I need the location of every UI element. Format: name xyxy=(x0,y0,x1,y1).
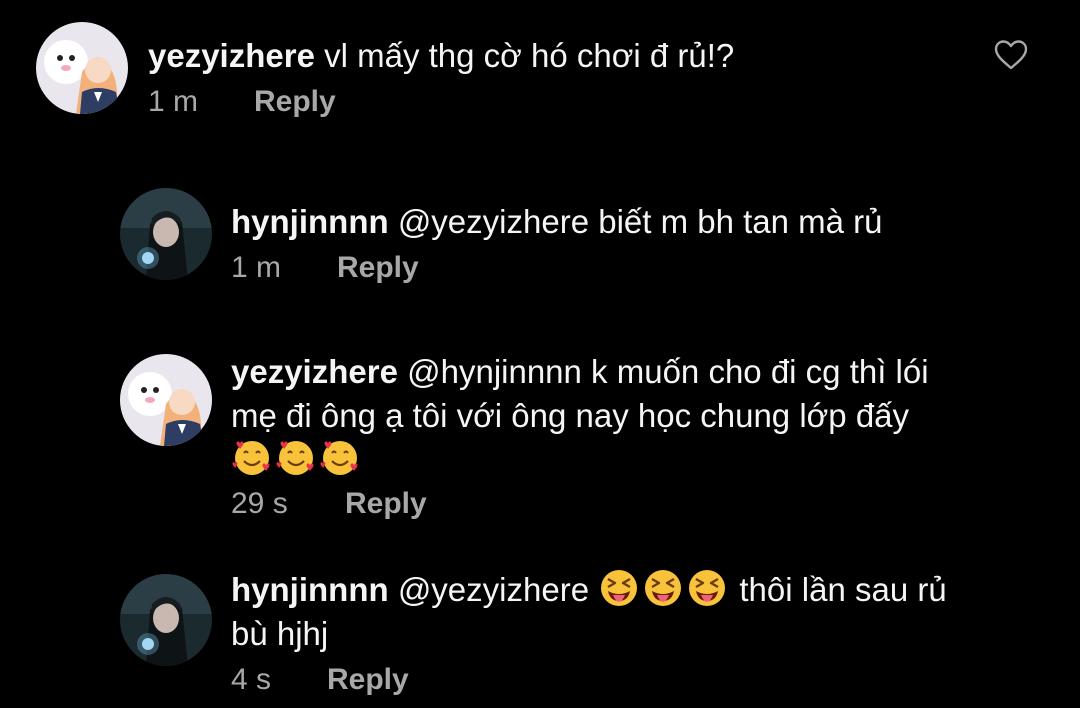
comment-username[interactable]: yezyizhere xyxy=(231,353,398,390)
squinting-face-with-tongue-icon xyxy=(686,567,728,609)
comment-text: vl mấy thg cờ hó chơi đ rủ!? xyxy=(324,37,735,74)
comment-text-line-2: mẹ đi ông ạ tôi với ông nay học chung lớ… xyxy=(231,397,910,434)
heart-outline-icon[interactable] xyxy=(994,40,1028,70)
reply-button[interactable]: Reply xyxy=(337,250,419,286)
comment-mention[interactable]: @yezyizhere xyxy=(398,571,589,608)
comment-timestamp: 1 m xyxy=(148,85,199,118)
avatar-yezyizhere[interactable] xyxy=(36,22,128,114)
smiling-face-with-hearts-icon xyxy=(231,437,273,479)
comment-text: thôi lần sau rủ xyxy=(739,571,947,608)
comment-text-line-2: bù hjhj xyxy=(231,615,329,652)
comment-timestamp: 29 s xyxy=(231,487,288,520)
squinting-face-with-tongue-icon xyxy=(642,567,684,609)
comment-text: @yezyizhere biết m bh tan mà rủ xyxy=(397,203,883,240)
comment-username[interactable]: hynjinnnn xyxy=(231,571,389,608)
avatar-yezyizhere[interactable] xyxy=(120,354,212,446)
avatar-hynjinnnn[interactable] xyxy=(120,574,212,666)
smiling-face-with-hearts-icon xyxy=(275,437,317,479)
comment-username[interactable]: hynjinnnn xyxy=(231,203,389,240)
smiling-face-with-hearts-icon xyxy=(319,437,361,479)
squinting-face-with-tongue-icon xyxy=(598,567,640,609)
avatar-hynjinnnn[interactable] xyxy=(120,188,212,280)
reply-button[interactable]: Reply xyxy=(345,486,427,522)
reply-button[interactable]: Reply xyxy=(254,84,336,120)
reply-button[interactable]: Reply xyxy=(327,662,409,698)
comment-username[interactable]: yezyizhere xyxy=(148,37,315,74)
comment-text: @hynjinnnn k muốn cho đi cg thì lói xyxy=(407,353,929,390)
comment-timestamp: 4 s xyxy=(231,663,272,696)
comment-timestamp: 1 m xyxy=(231,251,282,284)
